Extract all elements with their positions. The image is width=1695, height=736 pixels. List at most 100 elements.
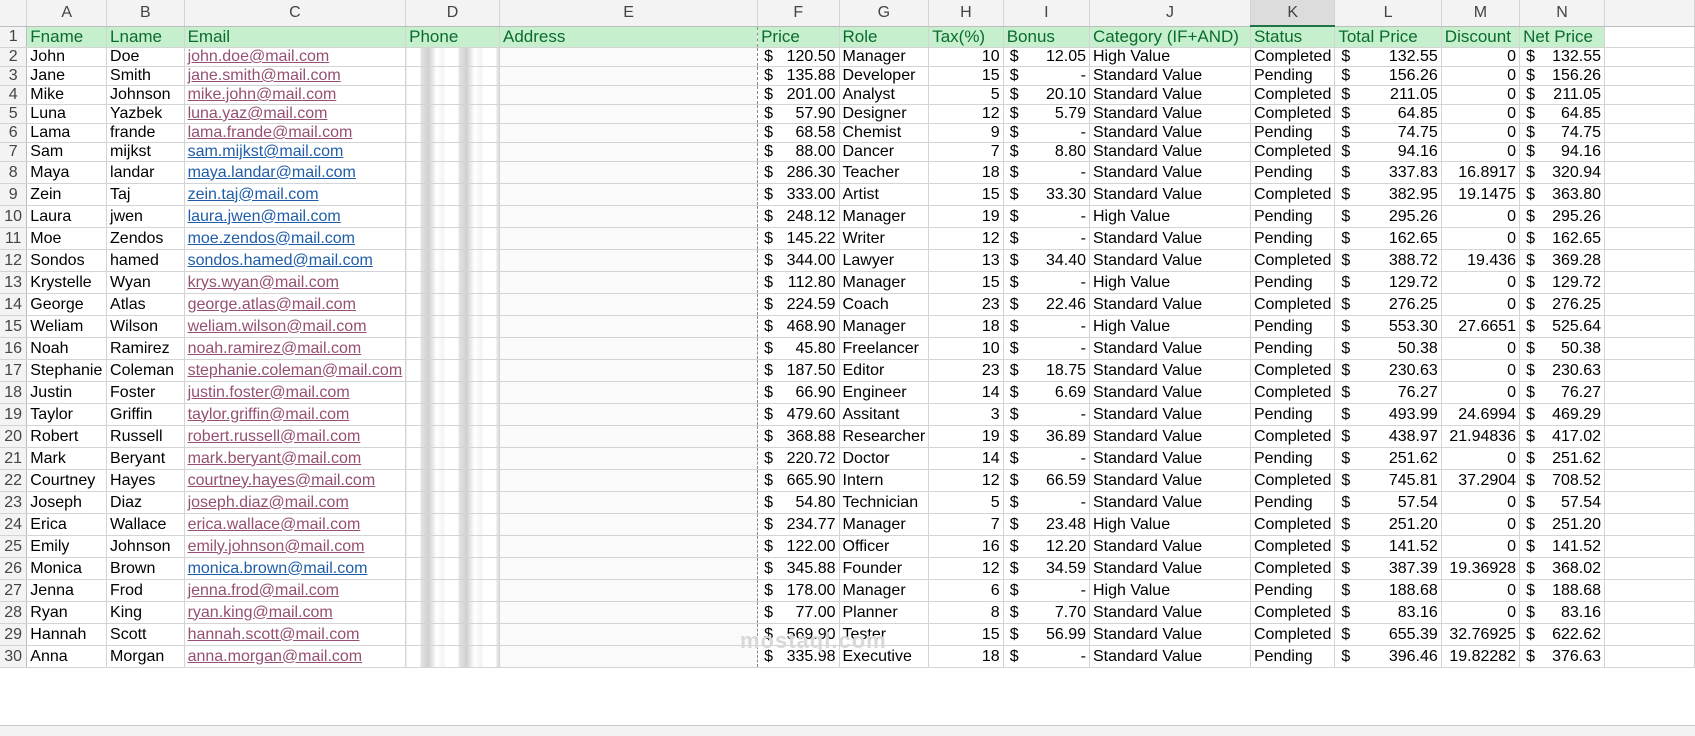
address-cell-redacted[interactable] [499,47,759,67]
address-cell-redacted[interactable] [499,85,759,105]
category-cell[interactable]: Standard Value [1089,557,1251,580]
empty-cell[interactable] [1604,579,1695,602]
status-cell[interactable]: Pending [1250,66,1336,86]
category-cell[interactable]: Standard Value [1089,425,1251,448]
bonus-cell[interactable]: $ - [1003,645,1091,668]
total-price-cell[interactable]: $129.72 [1334,271,1442,294]
category-cell[interactable]: High Value [1089,579,1251,602]
empty-cell[interactable] [1604,337,1695,360]
first-name-cell[interactable]: Krystelle [26,271,108,294]
discount-cell[interactable]: 0 [1441,513,1521,536]
empty-cell[interactable] [1604,26,1695,48]
phone-cell-redacted[interactable] [405,513,500,536]
discount-cell[interactable]: 0 [1441,85,1521,105]
tax-cell[interactable]: 9 [928,123,1004,143]
first-name-cell[interactable]: Taylor [26,403,108,426]
role-cell[interactable]: Coach [839,293,930,316]
discount-cell[interactable]: 0 [1441,359,1521,382]
address-cell-redacted[interactable] [499,142,759,162]
status-cell[interactable]: Pending [1250,645,1336,668]
empty-cell[interactable] [1604,403,1695,426]
status-cell[interactable]: Completed [1250,359,1336,382]
last-name-cell[interactable]: Griffin [106,403,185,426]
column-header-j[interactable]: J [1089,0,1251,27]
status-cell[interactable]: Completed [1250,104,1336,124]
empty-cell[interactable] [1604,513,1695,536]
header-cell[interactable]: Tax(%) [928,26,1004,48]
last-name-cell[interactable]: Johnson [106,535,185,558]
category-cell[interactable]: Standard Value [1089,381,1251,404]
empty-cell[interactable] [1604,123,1695,143]
role-cell[interactable]: Freelancer [839,337,930,360]
empty-cell[interactable] [1604,227,1695,250]
last-name-cell[interactable]: Zendos [106,227,185,250]
price-cell[interactable]: $248.12 [757,205,840,228]
net-price-cell[interactable]: $83.16 [1519,601,1606,624]
phone-cell-redacted[interactable] [405,205,500,228]
net-price-cell[interactable]: $141.52 [1519,535,1606,558]
email-link-cell[interactable]: luna.yaz@mail.com [184,104,407,124]
discount-cell[interactable]: 0 [1441,381,1521,404]
first-name-cell[interactable]: Maya [26,161,108,184]
role-cell[interactable]: Analyst [839,85,930,105]
discount-cell[interactable]: 21.94836 [1441,425,1521,448]
discount-cell[interactable]: 0 [1441,579,1521,602]
email-link-cell[interactable]: justin.foster@mail.com [184,381,407,404]
phone-cell-redacted[interactable] [405,337,500,360]
empty-cell[interactable] [1604,359,1695,382]
column-header-l[interactable]: L [1334,0,1442,27]
worksheet-table[interactable]: A B C D E F G H I J K L M N 1 Fname Lname Email Phone Addre… [0,0,1695,668]
total-price-cell[interactable]: $655.39 [1334,623,1442,646]
row-header[interactable]: 19 [0,403,28,426]
address-cell-redacted[interactable] [499,645,759,668]
net-price-cell[interactable]: $129.72 [1519,271,1606,294]
tax-cell[interactable]: 23 [928,293,1004,316]
status-cell[interactable]: Pending [1250,491,1336,514]
role-cell[interactable]: Intern [839,469,930,492]
address-cell-redacted[interactable] [499,623,759,646]
net-price-cell[interactable]: $132.55 [1519,47,1606,67]
email-link-cell[interactable]: stephanie.coleman@mail.com [184,359,407,382]
row-header[interactable]: 10 [0,205,28,228]
bonus-cell[interactable]: $ - [1003,123,1091,143]
tax-cell[interactable]: 5 [928,491,1004,514]
total-price-cell[interactable]: $132.55 [1334,47,1442,67]
empty-cell[interactable] [1604,205,1695,228]
empty-cell[interactable] [1604,557,1695,580]
net-price-cell[interactable]: $94.16 [1519,142,1606,162]
phone-cell-redacted[interactable] [405,293,500,316]
email-link-cell[interactable]: george.atlas@mail.com [184,293,407,316]
price-cell[interactable]: $88.00 [757,142,840,162]
phone-cell-redacted[interactable] [405,645,500,668]
discount-cell[interactable]: 19.436 [1441,249,1521,272]
empty-cell[interactable] [1604,85,1695,105]
address-cell-redacted[interactable] [499,403,759,426]
address-cell-redacted[interactable] [499,359,759,382]
row-header[interactable]: 8 [0,161,28,184]
category-cell[interactable]: Standard Value [1089,66,1251,86]
category-cell[interactable]: High Value [1089,47,1251,67]
category-cell[interactable]: High Value [1089,513,1251,536]
bonus-cell[interactable]: $36.89 [1003,425,1091,448]
price-cell[interactable]: $45.80 [757,337,840,360]
first-name-cell[interactable]: Moe [26,227,108,250]
column-header-d[interactable]: D [405,0,500,27]
role-cell[interactable]: Manager [839,47,930,67]
price-cell[interactable]: $135.88 [757,66,840,86]
discount-cell[interactable]: 0 [1441,142,1521,162]
row-header[interactable]: 22 [0,469,28,492]
empty-cell[interactable] [1604,249,1695,272]
address-cell-redacted[interactable] [499,381,759,404]
email-link-cell[interactable]: mike.john@mail.com [184,85,407,105]
net-price-cell[interactable]: $57.54 [1519,491,1606,514]
email-link-cell[interactable]: noah.ramirez@mail.com [184,337,407,360]
phone-cell-redacted[interactable] [405,491,500,514]
last-name-cell[interactable]: jwen [106,205,185,228]
empty-cell[interactable] [1604,381,1695,404]
category-cell[interactable]: Standard Value [1089,142,1251,162]
email-link-cell[interactable]: mark.beryant@mail.com [184,447,407,470]
role-cell[interactable]: Doctor [839,447,930,470]
tax-cell[interactable]: 12 [928,227,1004,250]
total-price-cell[interactable]: $387.39 [1334,557,1442,580]
last-name-cell[interactable]: Ramirez [106,337,185,360]
